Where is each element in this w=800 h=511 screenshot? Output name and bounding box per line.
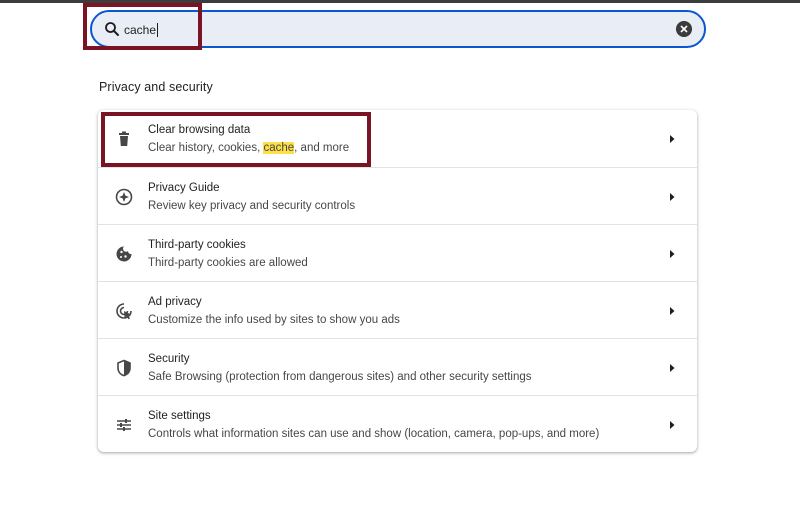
row-ad-privacy[interactable]: Ad privacy Customize the info used by si…: [98, 281, 697, 338]
row-third-party-cookies[interactable]: Third-party cookies Third-party cookies …: [98, 224, 697, 281]
row-subtitle: Customize the info used by sites to show…: [148, 314, 400, 326]
sliders-icon: [117, 419, 131, 431]
privacy-guide-icon: [115, 188, 133, 206]
row-title: Ad privacy: [148, 296, 202, 308]
row-security[interactable]: Security Safe Browsing (protection from …: [98, 338, 697, 395]
row-subtitle: Third-party cookies are allowed: [148, 257, 308, 269]
cookie-icon: [116, 246, 132, 262]
row-title: Site settings: [148, 410, 211, 422]
arrow-right-icon: [670, 421, 675, 429]
arrow-right-icon: [670, 250, 675, 258]
clear-browsing-highlight-box: [101, 112, 371, 167]
row-title: Security: [148, 353, 190, 365]
search-highlight-box: [83, 3, 202, 50]
arrow-right-icon: [670, 307, 675, 315]
section-title: Privacy and security: [99, 80, 213, 94]
row-title: Privacy Guide: [148, 182, 220, 194]
row-title: Third-party cookies: [148, 239, 246, 251]
ad-privacy-icon: [116, 303, 132, 320]
arrow-right-icon: [670, 135, 675, 143]
arrow-right-icon: [670, 364, 675, 372]
row-subtitle: Controls what information sites can use …: [148, 428, 600, 440]
arrow-right-icon: [670, 193, 675, 201]
row-privacy-guide[interactable]: Privacy Guide Review key privacy and sec…: [98, 167, 697, 224]
row-site-settings[interactable]: Site settings Controls what information …: [98, 395, 697, 452]
clear-search-icon[interactable]: [676, 21, 692, 37]
row-subtitle: Safe Browsing (protection from dangerous…: [148, 371, 532, 383]
row-subtitle: Review key privacy and security controls: [148, 200, 356, 212]
shield-icon: [117, 359, 131, 377]
